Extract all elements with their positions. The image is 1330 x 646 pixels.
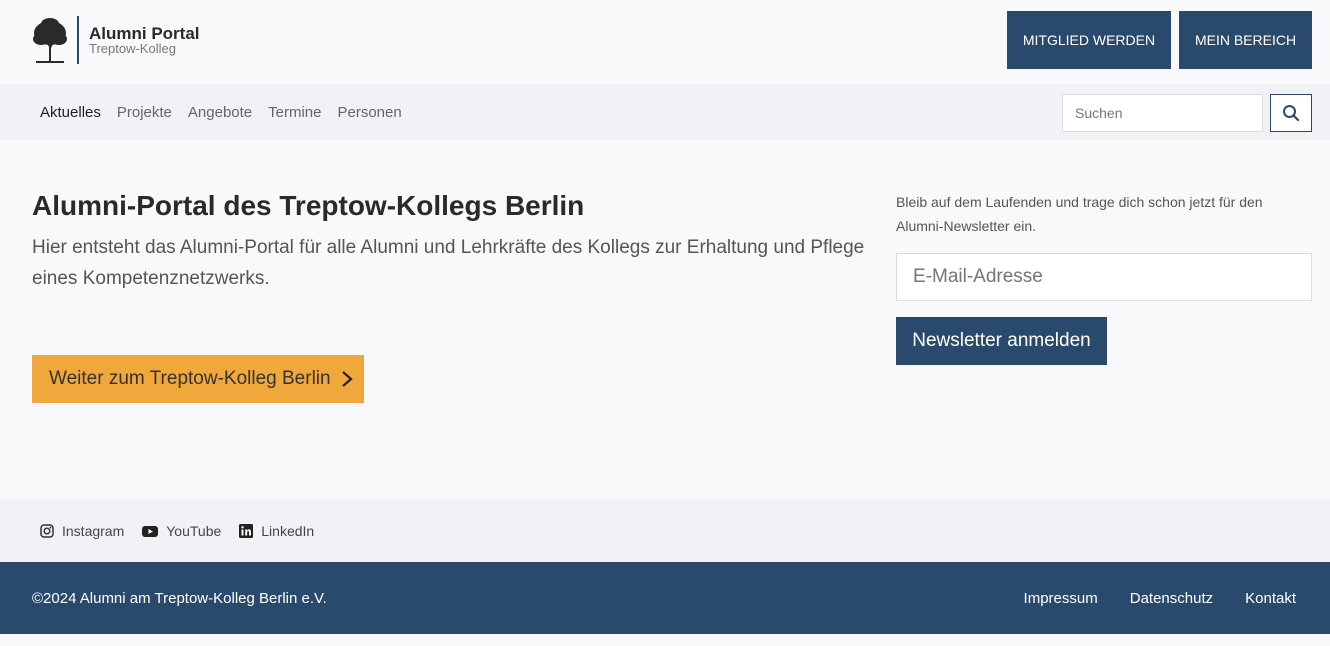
tree-logo-icon bbox=[33, 18, 67, 63]
instagram-icon bbox=[40, 523, 54, 538]
search-icon bbox=[1283, 105, 1300, 122]
site-footer: ©2024 Alumni am Treptow-Kolleg Berlin e.… bbox=[0, 562, 1330, 634]
footer-link-impressum[interactable]: Impressum bbox=[1024, 590, 1098, 607]
nav-item-termine[interactable]: Termine bbox=[268, 104, 321, 121]
social-label-instagram: Instagram bbox=[62, 522, 125, 539]
social-link-instagram[interactable]: Instagram bbox=[40, 523, 124, 539]
footer-link-datenschutz[interactable]: Datenschutz bbox=[1130, 590, 1213, 607]
page-title: Alumni-Portal des Treptow-Kollegs Berlin bbox=[32, 190, 585, 221]
footer-links: Impressum Datenschutz Kontakt bbox=[992, 562, 1296, 634]
linkedin-icon bbox=[239, 523, 254, 538]
footer-link-kontakt[interactable]: Kontakt bbox=[1245, 590, 1296, 607]
social-label-linkedin: LinkedIn bbox=[261, 522, 315, 539]
logo-title: Alumni Portal bbox=[89, 24, 200, 43]
cta-label: Weiter zum Treptow-Kolleg Berlin bbox=[49, 368, 331, 389]
nav-item-angebote[interactable]: Angebote bbox=[188, 104, 252, 121]
nav-links: Aktuelles Projekte Angebote Termine Pers… bbox=[40, 84, 418, 140]
join-button[interactable]: MITGLIED WERDEN bbox=[1007, 11, 1171, 69]
logo-text: Alumni Portal Treptow-Kolleg bbox=[89, 25, 200, 55]
site-logo[interactable]: Alumni Portal Treptow-Kolleg bbox=[32, 15, 200, 65]
copyright-text: ©2024 Alumni am Treptow-Kolleg Berlin e.… bbox=[32, 589, 327, 607]
newsletter-email-input[interactable] bbox=[896, 253, 1312, 301]
nav-item-personen[interactable]: Personen bbox=[338, 104, 402, 121]
social-link-linkedin[interactable]: LinkedIn bbox=[239, 523, 314, 539]
site-header: Alumni Portal Treptow-Kolleg MITGLIED WE… bbox=[0, 0, 1330, 82]
social-label-youtube: YouTube bbox=[166, 522, 222, 539]
page-description: Hier entsteht das Alumni-Portal für alle… bbox=[32, 237, 865, 289]
logo-subtitle: Treptow-Kolleg bbox=[89, 41, 176, 56]
search-input[interactable] bbox=[1062, 94, 1263, 132]
newsletter-subscribe-button[interactable]: Newsletter anmelden bbox=[896, 317, 1107, 365]
my-area-button[interactable]: MEIN BEREICH bbox=[1179, 11, 1312, 69]
nav-item-projekte[interactable]: Projekte bbox=[117, 104, 172, 121]
social-bar: Instagram YouTube LinkedIn bbox=[0, 499, 1330, 562]
nav-item-aktuelles[interactable]: Aktuelles bbox=[40, 104, 101, 121]
social-link-youtube[interactable]: YouTube bbox=[142, 523, 221, 539]
search-button[interactable] bbox=[1270, 94, 1312, 132]
chevron-right-icon bbox=[341, 371, 353, 387]
logo-divider bbox=[77, 16, 79, 64]
treptow-kolleg-link-button[interactable]: Weiter zum Treptow-Kolleg Berlin bbox=[32, 355, 364, 403]
youtube-icon bbox=[142, 524, 159, 538]
main-nav: Aktuelles Projekte Angebote Termine Pers… bbox=[0, 84, 1330, 140]
social-links: Instagram YouTube LinkedIn bbox=[40, 499, 332, 562]
newsletter-text: Bleib auf dem Laufenden und trage dich s… bbox=[896, 194, 1263, 234]
